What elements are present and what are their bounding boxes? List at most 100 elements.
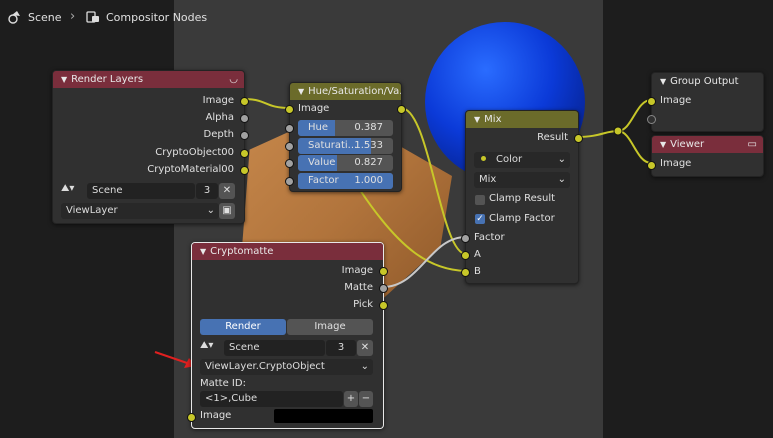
render-layer-button-icon[interactable]: ▣ bbox=[219, 203, 235, 219]
output-result-socket[interactable] bbox=[574, 134, 583, 143]
output-pick-socket[interactable] bbox=[379, 301, 388, 310]
monitor-icon[interactable]: ▭ bbox=[748, 136, 757, 153]
clamp-factor-label: Clamp Factor bbox=[489, 213, 555, 224]
output-depth-socket[interactable] bbox=[240, 131, 249, 140]
factor-value: 1.000 bbox=[354, 175, 383, 186]
input-a-socket[interactable] bbox=[461, 251, 470, 260]
clamp-factor-checkbox[interactable]: ✓ bbox=[475, 214, 485, 224]
add-matte-button[interactable]: + bbox=[344, 391, 358, 407]
collapse-chevron-icon[interactable]: ▼ bbox=[298, 83, 304, 100]
group-output-empty-socket[interactable] bbox=[647, 115, 656, 124]
output-image-label: Image bbox=[341, 265, 373, 276]
unlink-scene-button[interactable]: ✕ bbox=[357, 340, 373, 356]
view-layer-select[interactable]: ViewLayer ⌄ bbox=[61, 203, 219, 219]
input-a-label: A bbox=[474, 249, 481, 260]
tab-image[interactable]: Image bbox=[287, 319, 373, 335]
output-cryptomaterial-socket[interactable] bbox=[240, 166, 249, 175]
mix-header[interactable]: ▼ Mix bbox=[466, 111, 578, 128]
output-image-socket[interactable] bbox=[397, 105, 406, 114]
link-renderlayers-hue bbox=[242, 98, 291, 109]
input-image-label: Image bbox=[298, 103, 330, 114]
render-layers-title: Render Layers bbox=[71, 74, 144, 85]
link-hue-mix-a bbox=[400, 107, 467, 255]
cryptomatte-header[interactable]: ▼ Cryptomatte bbox=[192, 243, 383, 260]
saturation-value: 1.533 bbox=[354, 140, 383, 151]
group-output-header[interactable]: ▼ Group Output bbox=[652, 73, 763, 90]
factor-socket[interactable] bbox=[285, 177, 294, 186]
crypto-layer-select[interactable]: ViewLayer.CryptoObject ⌄ bbox=[200, 359, 373, 375]
output-image-socket[interactable] bbox=[240, 97, 249, 106]
viewer-node[interactable]: ▼ Viewer ▭ Image bbox=[647, 135, 764, 177]
value-label: Value bbox=[308, 157, 336, 168]
matte-id-field[interactable]: <1>,Cube bbox=[200, 391, 343, 407]
color-type-dot-icon bbox=[481, 156, 486, 161]
output-matte-socket[interactable] bbox=[379, 284, 388, 293]
input-image-socket[interactable] bbox=[285, 105, 294, 114]
crypto-layer-value: ViewLayer.CryptoObject bbox=[205, 361, 325, 372]
mix-title: Mix bbox=[484, 114, 502, 125]
value-socket[interactable] bbox=[285, 159, 294, 168]
mix-node[interactable]: ▼ Mix Result Color ⌄ Mix ⌄ Clamp Result ✓ C… bbox=[461, 110, 583, 284]
preview-toggle-icon[interactable]: ◡ bbox=[229, 71, 238, 88]
input-image-color-swatch[interactable] bbox=[274, 409, 373, 423]
scene-selector-icon[interactable]: ⛰▾ bbox=[61, 183, 85, 199]
scene-selector-icon[interactable]: ⛰▾ bbox=[200, 340, 224, 356]
scene-field[interactable]: Scene bbox=[87, 183, 195, 199]
value-slider[interactable]: Value 0.827 bbox=[298, 155, 393, 171]
hue-saturation-header[interactable]: ▼ Hue/Saturation/Va... bbox=[290, 83, 401, 100]
output-image-socket[interactable] bbox=[379, 267, 388, 276]
output-cryptomaterial-label: CryptoMaterial00 bbox=[147, 164, 234, 175]
cryptomatte-node[interactable]: ▼ Cryptomatte Image Matte Pick Render Ima… bbox=[187, 242, 388, 429]
render-layers-header[interactable]: ▼ Render Layers ◡ bbox=[53, 71, 244, 88]
collapse-chevron-icon[interactable]: ▼ bbox=[660, 136, 666, 153]
hue-slider[interactable]: Hue 0.387 bbox=[298, 120, 393, 136]
output-alpha-label: Alpha bbox=[205, 112, 234, 123]
factor-label: Factor bbox=[308, 175, 339, 186]
input-factor-socket[interactable] bbox=[461, 234, 470, 243]
factor-slider[interactable]: Factor 1.000 bbox=[298, 173, 393, 189]
collapse-chevron-icon[interactable]: ▼ bbox=[474, 111, 480, 128]
collapse-chevron-icon[interactable]: ▼ bbox=[200, 243, 206, 260]
render-layers-node[interactable]: ▼ Render Layers ◡ Image Alpha Depth Crypt… bbox=[52, 70, 249, 224]
tab-render[interactable]: Render bbox=[200, 319, 286, 335]
crypto-scene-users[interactable]: 3 bbox=[326, 340, 356, 356]
hue-socket[interactable] bbox=[285, 124, 294, 133]
viewer-image-label: Image bbox=[660, 158, 692, 169]
unlink-scene-button[interactable]: ✕ bbox=[219, 183, 235, 199]
hue-saturation-node[interactable]: ▼ Hue/Saturation/Va... Image Hue 0.387 Sa… bbox=[285, 82, 406, 192]
output-alpha-socket[interactable] bbox=[240, 114, 249, 123]
group-output-node[interactable]: ▼ Group Output Image bbox=[647, 72, 764, 132]
crypto-scene-field[interactable]: Scene bbox=[224, 340, 325, 356]
clamp-result-checkbox[interactable] bbox=[475, 195, 485, 205]
output-cryptoobject-socket[interactable] bbox=[240, 149, 249, 158]
reroute-node[interactable] bbox=[613, 126, 623, 136]
saturation-socket[interactable] bbox=[285, 142, 294, 151]
scene-users-count[interactable]: 3 bbox=[196, 183, 218, 199]
group-output-image-socket[interactable] bbox=[647, 97, 656, 106]
input-image-socket[interactable] bbox=[187, 413, 196, 422]
blend-mode-value: Mix bbox=[479, 174, 497, 185]
annotation-arrow-line bbox=[154, 351, 191, 365]
input-b-socket[interactable] bbox=[461, 268, 470, 277]
output-cryptoobject-label: CryptoObject00 bbox=[155, 147, 234, 158]
blend-mode-select[interactable]: Mix ⌄ bbox=[474, 172, 570, 188]
viewer-header[interactable]: ▼ Viewer ▭ bbox=[652, 136, 763, 153]
saturation-slider[interactable]: Saturati... 1.533 bbox=[298, 138, 393, 154]
collapse-chevron-icon[interactable]: ▼ bbox=[61, 71, 67, 88]
clamp-result-label: Clamp Result bbox=[489, 193, 556, 204]
output-image-label: Image bbox=[202, 95, 234, 106]
input-b-label: B bbox=[474, 266, 481, 277]
link-reroute-viewer bbox=[617, 130, 652, 164]
value-value: 0.827 bbox=[354, 157, 383, 168]
viewer-image-socket[interactable] bbox=[647, 161, 656, 170]
hue-saturation-title: Hue/Saturation/Va... bbox=[308, 86, 401, 97]
collapse-chevron-icon[interactable]: ▼ bbox=[660, 73, 666, 90]
link-reroute-groupout bbox=[617, 99, 652, 132]
remove-matte-button[interactable]: − bbox=[359, 391, 373, 407]
view-layer-value: ViewLayer bbox=[66, 205, 118, 216]
data-type-select[interactable]: Color ⌄ bbox=[474, 152, 570, 168]
hue-value: 0.387 bbox=[354, 122, 383, 133]
link-matte-factor bbox=[382, 236, 467, 288]
viewer-title: Viewer bbox=[670, 139, 705, 150]
input-factor-label: Factor bbox=[474, 232, 505, 243]
